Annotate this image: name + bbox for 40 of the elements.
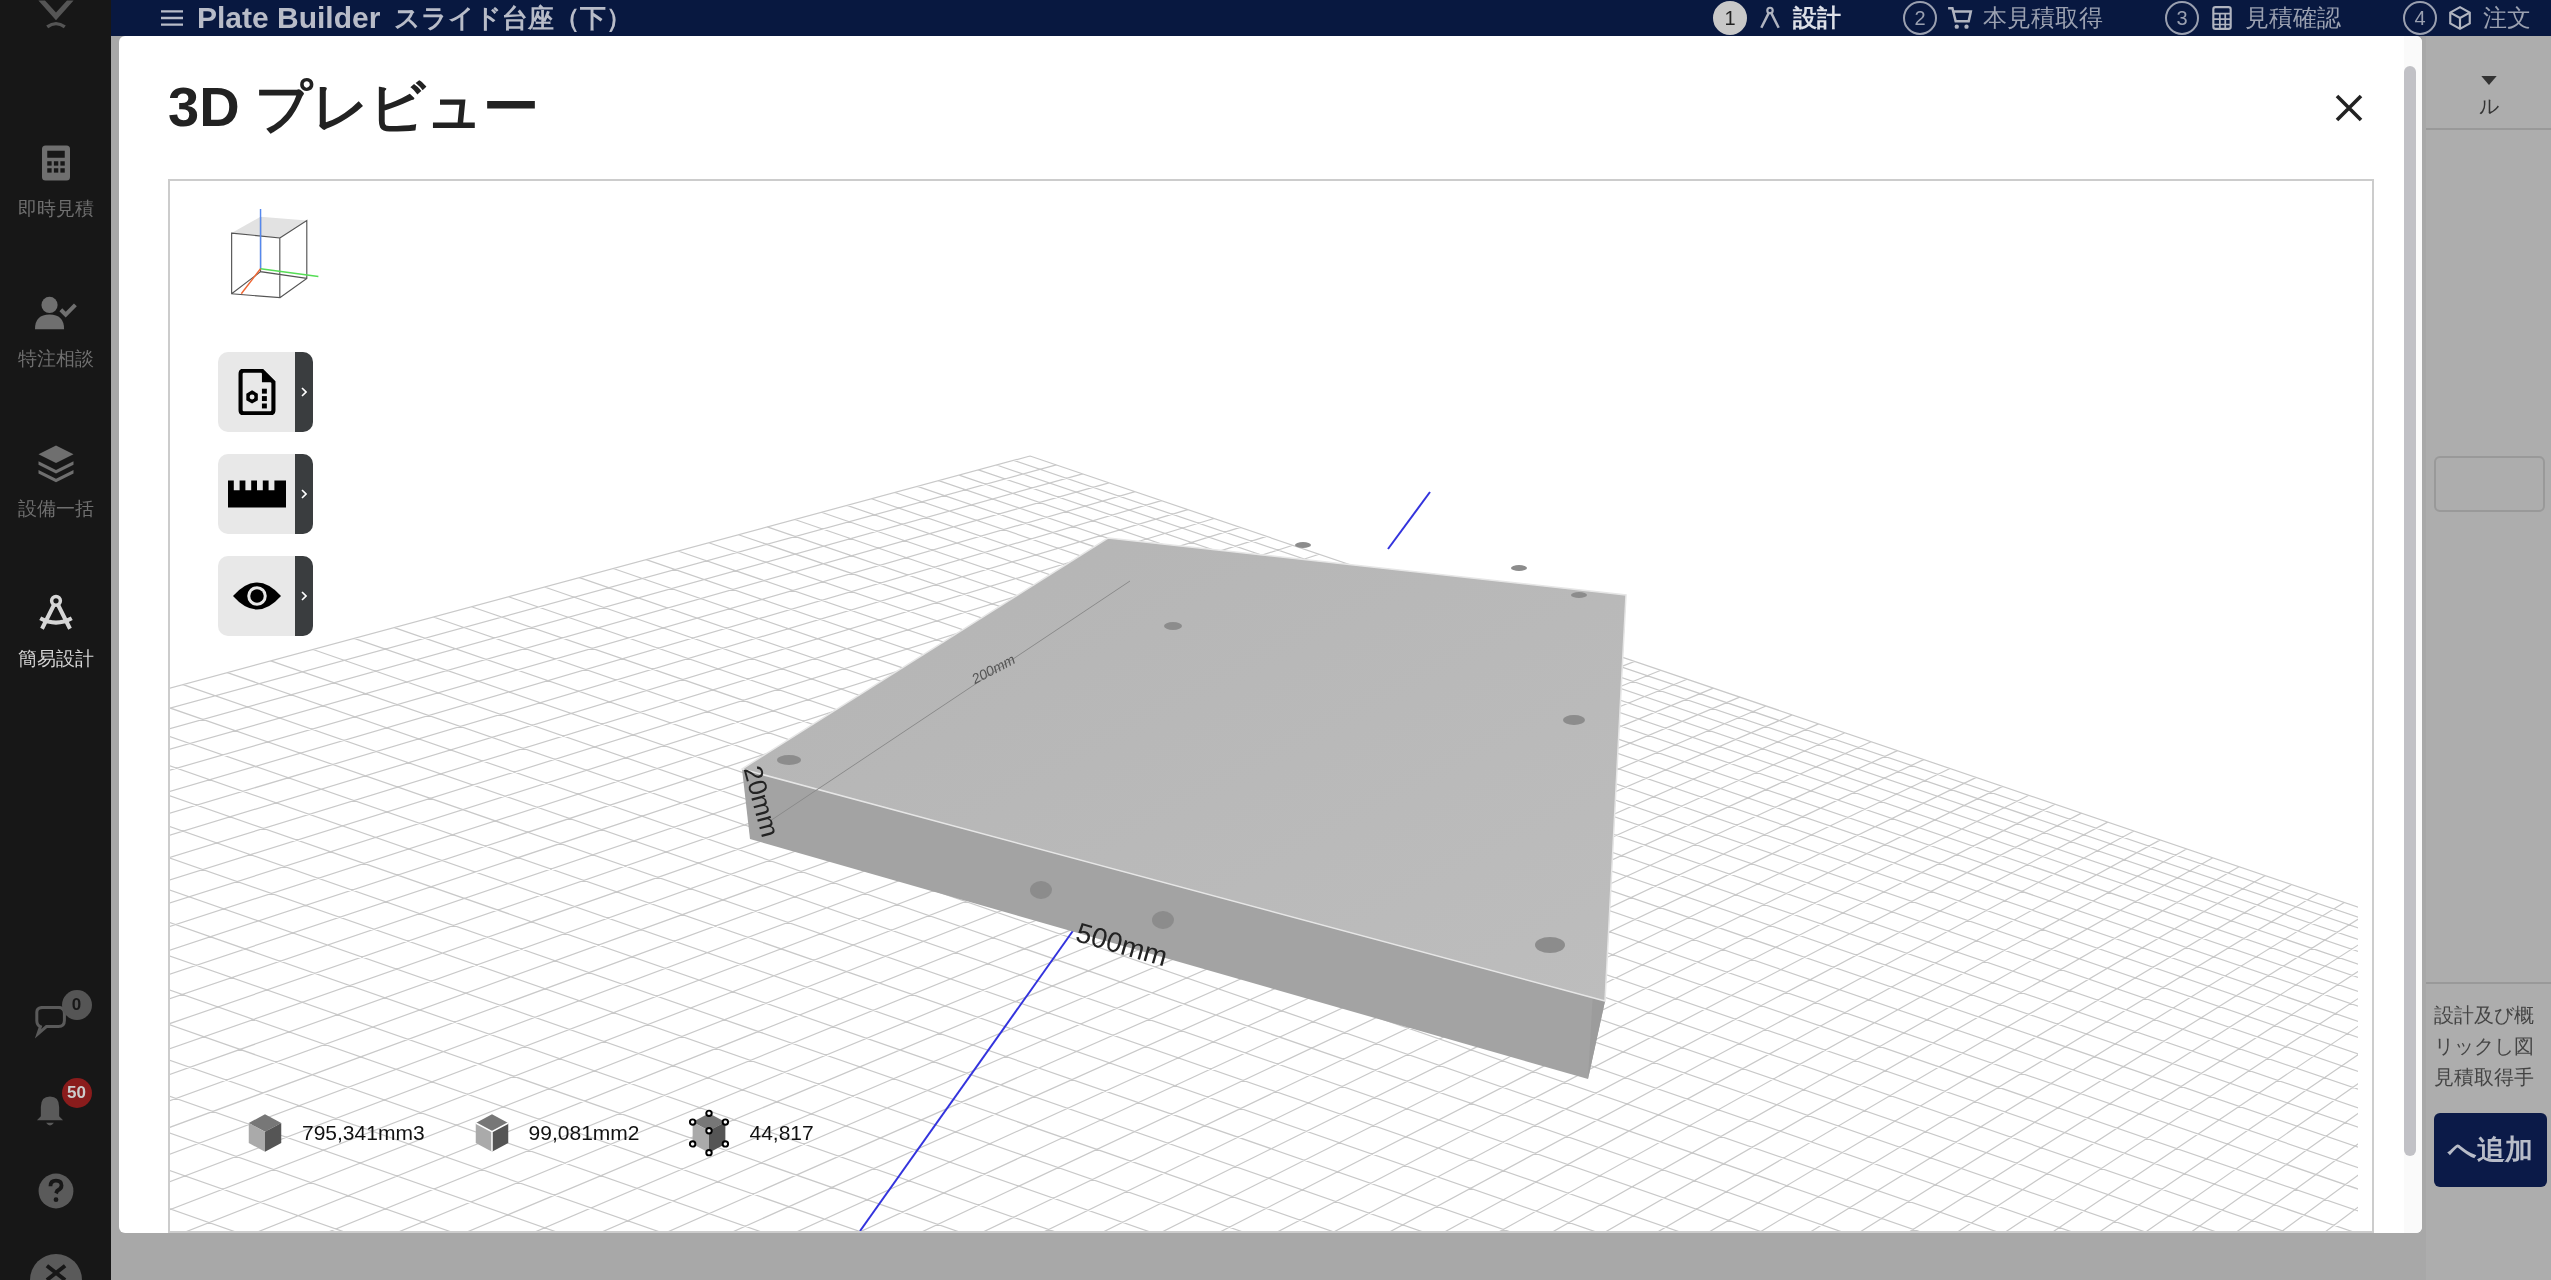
axis-line [1387,491,1431,550]
dimension-label: 20mm [736,762,786,841]
dimension-label: 500mm [1072,916,1171,974]
project-title: スライド台座（下） [394,1,633,35]
stat-value: 44,817 [749,1121,814,1145]
help-icon[interactable] [36,1172,75,1210]
help-text: 設計及び概 [2434,1003,2535,1028]
file-icon [236,369,277,415]
calculator-icon [2209,5,2235,31]
menu-icon[interactable] [161,9,183,27]
caret-icon [2480,76,2497,85]
chevron-icon [301,591,307,601]
stat-value: 99,081mm2 [528,1121,640,1145]
cube-icon [246,1113,284,1153]
sidebar-item[interactable]: 即時見積 [13,138,98,226]
cube-vertices-icon [687,1109,732,1157]
tool-button[interactable] [218,352,313,432]
sidebar-item[interactable]: 特注相談 [13,288,98,376]
tool-button[interactable] [218,454,313,534]
cube-faces-icon [472,1113,511,1153]
chevron-icon [301,387,307,397]
count-badge: 0 [61,990,92,1020]
chevron-icon [301,489,307,499]
close-icon[interactable] [2334,92,2364,123]
sidebar-item[interactable]: 設備一括 [13,438,98,526]
stat-value: 795,341mm3 [302,1121,425,1145]
scrollbar[interactable] [2404,66,2416,1156]
add-button[interactable]: へ追加 [2434,1113,2547,1187]
ruler-icon [227,479,286,509]
help-text: リックし図 [2434,1034,2535,1059]
dialog-title: 3D プレビュー [168,73,540,140]
step-tab[interactable]: 1 設計 [1713,1,1841,35]
help-text: 見積取得手 [2434,1065,2535,1090]
tab[interactable]: ル [2426,76,2551,130]
cart-icon [1947,5,1973,31]
notification-badge: 50 [61,1078,92,1108]
tool-button[interactable] [218,556,313,636]
app-title: Plate Builder [197,1,381,35]
sidebar-item[interactable]: 簡易設計 [13,588,98,676]
cube-icon [2447,5,2473,31]
